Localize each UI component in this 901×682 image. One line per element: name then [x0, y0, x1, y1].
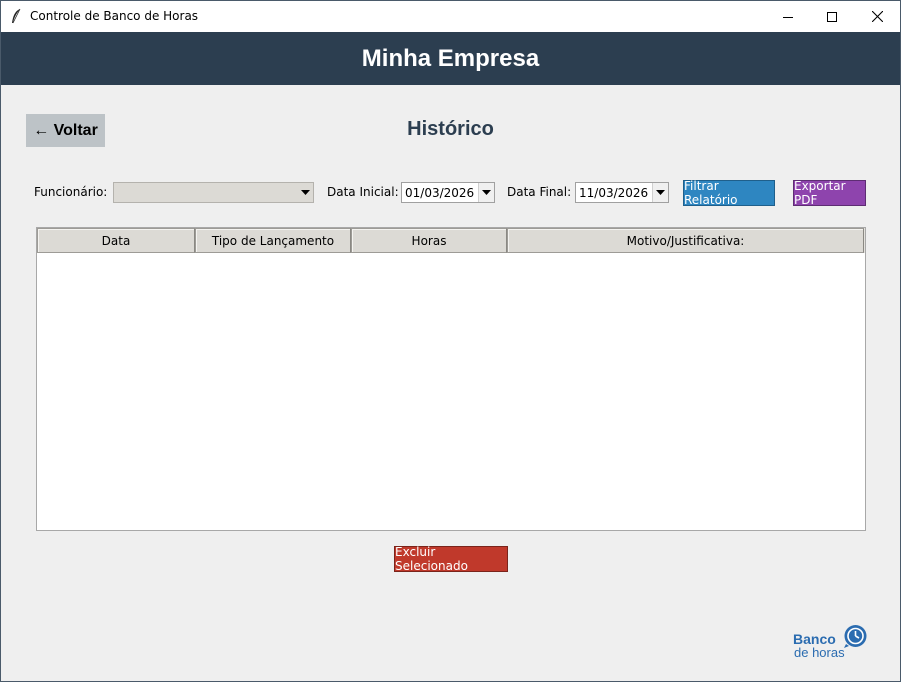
- employee-select[interactable]: [113, 182, 314, 203]
- end-date-picker[interactable]: 11/03/2026: [575, 182, 669, 203]
- start-date-label: Data Inicial:: [327, 185, 399, 199]
- app-window: Controle de Banco de Horas Minha Empresa…: [0, 0, 901, 682]
- maximize-icon: [827, 11, 837, 22]
- dropdown-arrow-icon[interactable]: [297, 183, 313, 202]
- end-date-value: 11/03/2026: [579, 186, 649, 200]
- dropdown-arrow-icon[interactable]: [478, 183, 494, 202]
- close-button[interactable]: [854, 1, 900, 32]
- banco-de-horas-logo: Banco de horas: [791, 623, 871, 661]
- company-name: Minha Empresa: [361, 44, 540, 72]
- dropdown-arrow-icon[interactable]: [652, 183, 668, 202]
- start-date-value: 01/03/2026: [405, 186, 475, 200]
- logo-text-de-horas: de horas: [794, 645, 845, 660]
- company-header: Minha Empresa: [1, 32, 900, 85]
- end-date-label: Data Final:: [507, 185, 572, 199]
- column-header-tipo[interactable]: Tipo de Lançamento: [195, 228, 351, 253]
- column-header-horas[interactable]: Horas: [351, 228, 507, 253]
- filter-report-button[interactable]: Filtrar Relatório: [683, 179, 775, 207]
- column-header-motivo[interactable]: Motivo/Justificativa:: [507, 228, 864, 253]
- window-title: Controle de Banco de Horas: [30, 9, 199, 23]
- title-bar[interactable]: Controle de Banco de Horas: [1, 1, 900, 32]
- page-title: Histórico: [407, 118, 494, 140]
- column-header-data[interactable]: Data: [37, 228, 195, 253]
- minimize-button[interactable]: [765, 1, 811, 32]
- maximize-button[interactable]: [809, 1, 855, 32]
- minimize-icon: [783, 16, 793, 18]
- feather-icon: [12, 8, 21, 24]
- employee-label: Funcionário:: [34, 185, 108, 199]
- history-table[interactable]: Data Tipo de Lançamento Horas Motivo/Jus…: [36, 227, 866, 531]
- clock-icon: [844, 625, 867, 648]
- close-icon: [871, 11, 883, 22]
- delete-selected-button[interactable]: Excluir Selecionado: [394, 545, 508, 573]
- table-header: Data Tipo de Lançamento Horas Motivo/Jus…: [37, 228, 865, 253]
- start-date-picker[interactable]: 01/03/2026: [401, 182, 495, 203]
- export-pdf-button[interactable]: Exportar PDF: [793, 179, 866, 207]
